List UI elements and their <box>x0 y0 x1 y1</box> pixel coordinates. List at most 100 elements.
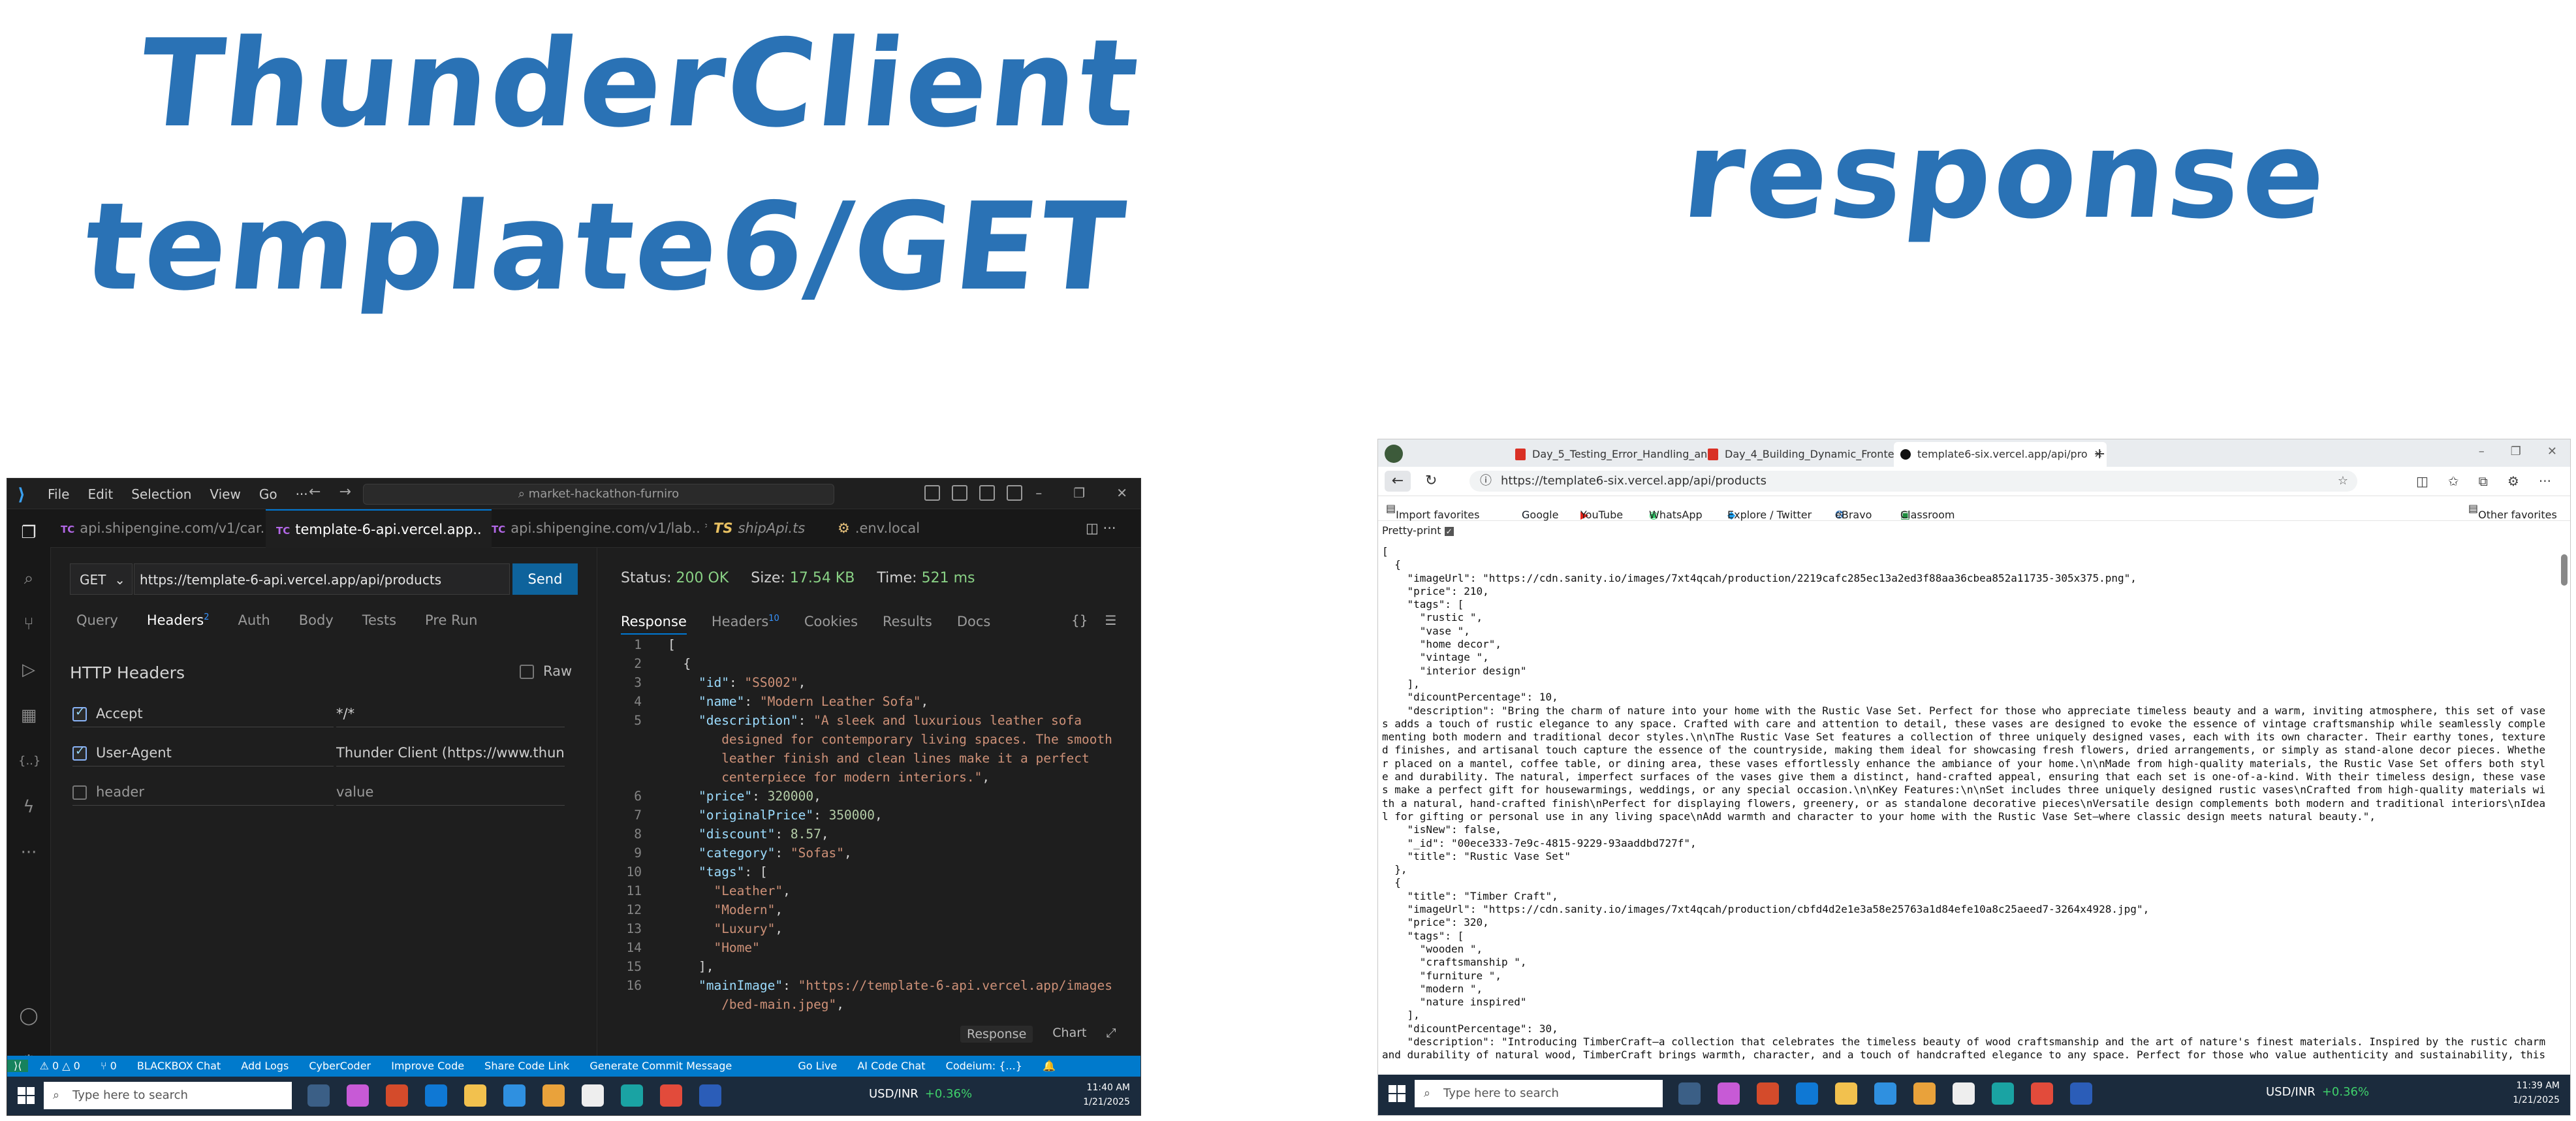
system-clock[interactable]: 11:39 AM 1/21/2025 <box>2513 1079 2560 1107</box>
store-icon[interactable] <box>1913 1082 1936 1105</box>
favorite-import[interactable]: ▤ Import favorites <box>1386 502 1479 521</box>
copilot-icon[interactable] <box>347 1084 369 1107</box>
close-icon[interactable]: ✕ <box>2547 445 2557 458</box>
method-select[interactable]: GET ⌄ <box>70 563 133 595</box>
minimize-icon[interactable]: – <box>1035 485 1042 501</box>
currency-ticker[interactable]: USD/INR +0.36% <box>2266 1085 2369 1099</box>
profile-avatar[interactable] <box>1385 445 1403 463</box>
maximize-icon[interactable]: ❐ <box>1073 485 1085 501</box>
improve-code[interactable]: Improve Code <box>391 1060 464 1072</box>
file-explorer-icon[interactable] <box>464 1084 486 1107</box>
header-enabled-checkbox[interactable] <box>72 705 87 721</box>
toggle-sidebar-icon[interactable] <box>924 485 940 501</box>
command-center-search[interactable]: ⌕ market-hackathon-furniro <box>363 484 834 505</box>
header-enabled-checkbox[interactable] <box>72 785 87 800</box>
tab-tests[interactable]: Tests <box>362 612 396 628</box>
split-editor-icon[interactable]: ◫ <box>1086 520 1099 536</box>
customize-layout-icon[interactable] <box>1007 485 1022 501</box>
outlook-icon[interactable] <box>1796 1082 1818 1105</box>
tab-cookies[interactable]: Cookies <box>804 614 858 635</box>
menu-view[interactable]: View <box>210 486 240 502</box>
ai-code-chat[interactable]: AI Code Chat <box>857 1060 925 1072</box>
add-logs[interactable]: Add Logs <box>241 1060 289 1072</box>
run-debug-icon[interactable]: ▷ <box>18 659 39 680</box>
tab-auth[interactable]: Auth <box>238 612 270 628</box>
collections-icon[interactable]: ⧉ <box>2479 473 2488 489</box>
menu-go[interactable]: Go <box>259 486 277 502</box>
favorites-icon[interactable]: ✩ <box>2448 473 2459 489</box>
json-icon[interactable]: {..} <box>18 751 40 772</box>
tab-pre-run[interactable]: Pre Run <box>425 612 477 628</box>
tab-env-local[interactable]: ⚙ .env.local <box>827 509 955 547</box>
header-key-placeholder[interactable]: header <box>96 784 144 800</box>
store-icon[interactable] <box>542 1084 565 1107</box>
back-arrow-icon[interactable]: ← <box>1385 471 1411 492</box>
new-tab-button[interactable]: + <box>2087 442 2120 467</box>
other-favorites[interactable]: ▤ Other favorites <box>2468 502 2557 521</box>
more-actions-icon[interactable]: ··· <box>1103 520 1116 536</box>
source-control-icon[interactable]: ⑂ <box>18 614 39 635</box>
menu-more[interactable]: ··· <box>296 486 308 502</box>
task-view-icon[interactable] <box>307 1084 330 1107</box>
word-icon[interactable] <box>699 1084 721 1107</box>
forward-arrow-icon[interactable]: → <box>339 484 351 500</box>
taskbar-search[interactable]: ⌕ Type here to search <box>44 1082 292 1109</box>
task-view-icon[interactable] <box>1678 1082 1701 1105</box>
cybercoder[interactable]: CyberCoder <box>309 1060 371 1072</box>
tab-shipengine-carriers[interactable]: TC api.shipengine.com/v1/car... <box>50 509 276 547</box>
tab-body[interactable]: Body <box>299 612 334 628</box>
header-enabled-checkbox[interactable] <box>72 744 87 761</box>
address-bar[interactable]: ⓘ https://template6-six.vercel.app/api/pr… <box>1469 471 2357 492</box>
tab-template6-api[interactable]: TCtemplate-6-api.vercel.app..✕ <box>266 509 492 548</box>
menu-file[interactable]: File <box>48 486 69 502</box>
braces-icon[interactable]: {} <box>1071 612 1088 628</box>
browser-tab-day5-pdf[interactable]: Day_5_Testing_Error_Handling_an✕ <box>1509 442 1721 467</box>
share-code-link[interactable]: Share Code Link <box>484 1060 569 1072</box>
windows-start-icon[interactable] <box>1389 1085 1406 1102</box>
extensions-icon[interactable]: ⚙ <box>2507 473 2519 489</box>
ports-indicator[interactable]: ⑂ 0 <box>101 1060 117 1072</box>
more-icon[interactable]: ··· <box>2539 473 2551 489</box>
site-info-icon[interactable]: ⓘ <box>1480 471 1492 492</box>
pretty-print-checkbox[interactable]: ✓ <box>1444 527 1454 536</box>
tab-response[interactable]: Response <box>621 614 687 635</box>
browser-tab-day4-pdf[interactable]: Day_4_Building_Dynamic_Fronten✕ <box>1701 442 1914 467</box>
app-icon[interactable] <box>1757 1082 1779 1105</box>
chrome-icon[interactable] <box>660 1084 682 1107</box>
copilot-icon[interactable] <box>1718 1082 1740 1105</box>
tab-headers[interactable]: Headers2 <box>147 612 210 628</box>
blackbox-chat[interactable]: BLACKBOX Chat <box>137 1060 221 1072</box>
raw-checkbox[interactable] <box>520 665 534 679</box>
send-button[interactable]: Send <box>512 563 578 595</box>
thunder-client-icon[interactable]: ϟ <box>18 797 39 817</box>
menu-icon[interactable]: ☰ <box>1105 612 1116 628</box>
generate-commit-message[interactable]: Generate Commit Message <box>589 1060 732 1072</box>
explorer-icon[interactable]: ❐ <box>18 522 39 543</box>
vscode-taskbar-icon[interactable] <box>503 1084 526 1107</box>
extensions-icon[interactable]: ▦ <box>18 705 39 726</box>
back-arrow-icon[interactable]: ← <box>309 484 321 500</box>
remote-icon[interactable]: ⟩⟨ <box>7 1060 29 1072</box>
minimize-icon[interactable]: – <box>2479 445 2485 458</box>
restore-icon[interactable]: ❐ <box>2511 445 2521 458</box>
notifications-bell-icon[interactable]: 🔔 <box>1043 1060 1056 1072</box>
response-view-button[interactable]: Response <box>960 1026 1033 1043</box>
reload-icon[interactable]: ↻ <box>1425 471 1437 492</box>
more-icon[interactable]: ··· <box>18 842 39 863</box>
edge-icon[interactable] <box>621 1084 643 1107</box>
word-icon[interactable] <box>2070 1082 2092 1105</box>
chart-view-button[interactable]: Chart <box>1052 1026 1086 1043</box>
header-value-field[interactable]: */* <box>336 706 565 727</box>
menu-selection[interactable]: Selection <box>131 486 191 502</box>
windows-start-icon[interactable] <box>18 1087 35 1104</box>
toggle-secondary-sidebar-icon[interactable] <box>979 485 995 501</box>
scrollbar-thumb[interactable] <box>2561 554 2568 586</box>
raw-toggle[interactable]: Raw <box>520 663 572 679</box>
search-icon[interactable]: ⌕ <box>18 568 39 589</box>
header-key-field[interactable]: Accept <box>96 706 143 721</box>
vscode-taskbar-icon[interactable] <box>1874 1082 1896 1105</box>
tab-results[interactable]: Results <box>883 614 932 635</box>
close-icon[interactable]: ✕ <box>1116 485 1127 501</box>
tab-docs[interactable]: Docs <box>957 614 991 635</box>
codeium-status[interactable]: Codeium: {...} <box>946 1060 1022 1072</box>
